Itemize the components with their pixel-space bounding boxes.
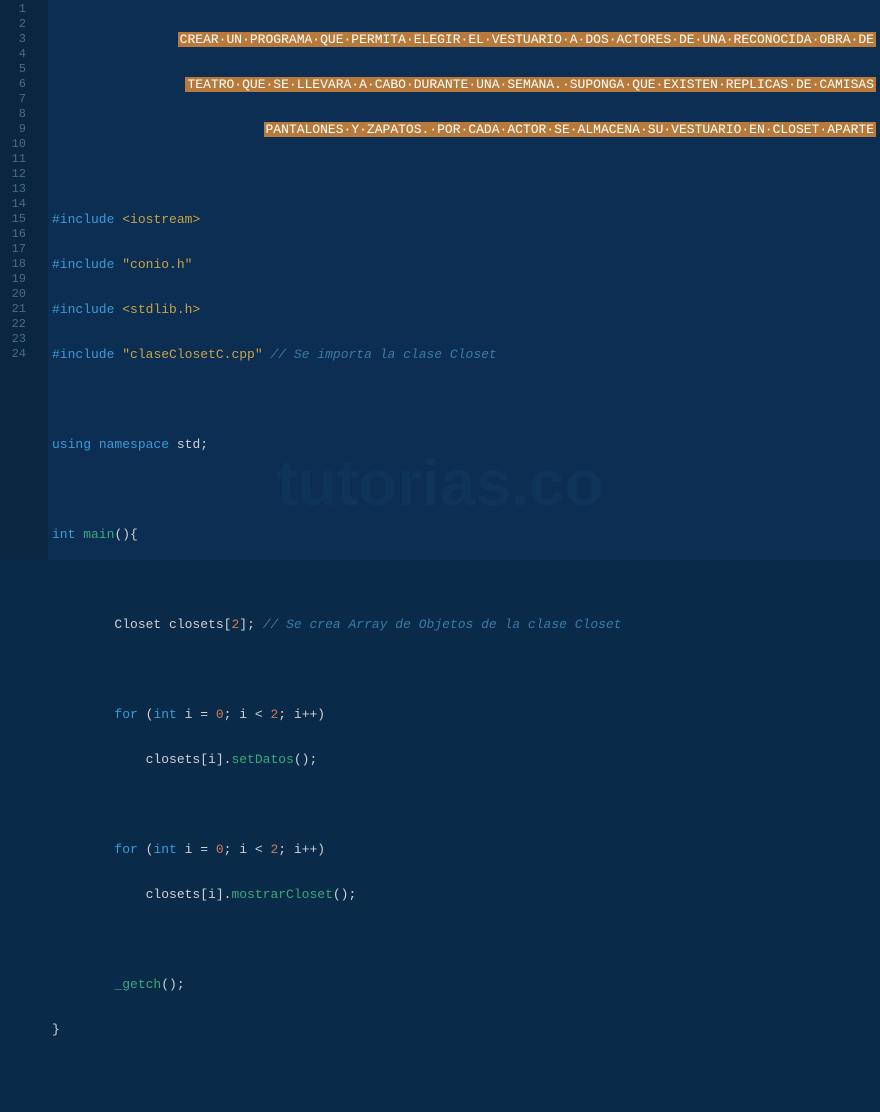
include-lib: "claseClosetC.cpp" (122, 347, 262, 362)
code-editor: 1 2 3 4 5 6 7 8 9 10 11 12 13 14 15 16 1… (0, 0, 880, 560)
line-number: 6 (0, 77, 34, 92)
getch-call: _getch (114, 977, 161, 992)
include-lib: <iostream> (122, 212, 200, 227)
line-number: 19 (0, 272, 34, 287)
line-number: 2 (0, 17, 34, 32)
header-comment: TEATRO·QUE·SE·LLEVARA·A·CABO·DURANTE·UNA… (185, 77, 876, 92)
header-comment: PANTALONES·Y·ZAPATOS.·POR·CADA·ACTOR·SE·… (264, 122, 877, 137)
brace-close: } (52, 1022, 60, 1037)
line-number: 12 (0, 167, 34, 182)
method-call: mostrarCloset (231, 887, 332, 902)
inline-comment: // Se crea Array de Objetos de la clase … (263, 617, 622, 632)
line-number-gutter: 1 2 3 4 5 6 7 8 9 10 11 12 13 14 15 16 1… (0, 0, 34, 560)
include-directive: #include (52, 347, 114, 362)
line-number: 5 (0, 62, 34, 77)
include-directive: #include (52, 212, 114, 227)
line-number: 10 (0, 137, 34, 152)
brace-open: (){ (114, 527, 137, 542)
line-number: 11 (0, 152, 34, 167)
line-number: 23 (0, 332, 34, 347)
line-number: 3 (0, 32, 34, 47)
line-number: 13 (0, 182, 34, 197)
line-number: 21 (0, 302, 34, 317)
code-area[interactable]: CREAR·UN·PROGRAMA·QUE·PERMITA·ELEGIR·EL·… (48, 0, 880, 560)
declaration: Closet closets[ (114, 617, 231, 632)
main-function: main (83, 527, 114, 542)
line-number: 22 (0, 317, 34, 332)
line-number: 16 (0, 227, 34, 242)
include-directive: #include (52, 302, 114, 317)
line-number: 14 (0, 197, 34, 212)
for-keyword: for (114, 842, 137, 857)
include-directive: #include (52, 257, 114, 272)
line-number: 9 (0, 122, 34, 137)
line-number: 1 (0, 2, 34, 17)
namespace-keyword: namespace (99, 437, 169, 452)
line-number: 8 (0, 107, 34, 122)
return-type: int (52, 527, 75, 542)
namespace-name: std; (177, 437, 208, 452)
include-lib: "conio.h" (122, 257, 192, 272)
line-number: 17 (0, 242, 34, 257)
line-number: 18 (0, 257, 34, 272)
using-keyword: using (52, 437, 91, 452)
header-comment: CREAR·UN·PROGRAMA·QUE·PERMITA·ELEGIR·EL·… (178, 32, 876, 47)
line-number: 20 (0, 287, 34, 302)
inline-comment: // Se importa la clase Closet (270, 347, 496, 362)
fold-column (34, 0, 48, 560)
line-number: 24 (0, 347, 34, 362)
include-lib: <stdlib.h> (122, 302, 200, 317)
line-number: 4 (0, 47, 34, 62)
for-keyword: for (114, 707, 137, 722)
line-number: 15 (0, 212, 34, 227)
array-size: 2 (231, 617, 239, 632)
method-call: setDatos (231, 752, 293, 767)
line-number: 7 (0, 92, 34, 107)
